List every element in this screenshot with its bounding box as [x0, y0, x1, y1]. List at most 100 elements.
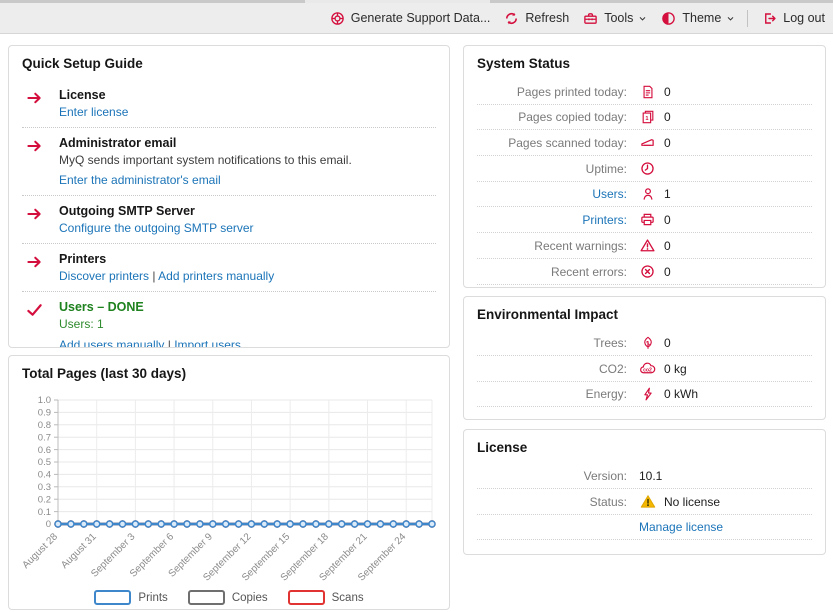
status-row-manage-license: Manage license	[477, 515, 812, 540]
row-label: Recent errors:	[477, 265, 627, 279]
scanner-icon	[639, 135, 656, 150]
row-label: Uptime:	[477, 162, 627, 176]
row-value: 0	[664, 136, 671, 150]
quick-setup-item-license: License Enter license	[22, 80, 436, 128]
row-value: 0	[664, 85, 671, 99]
link-add-printers-manually[interactable]: Add printers manually	[158, 269, 274, 283]
status-row-version: Version:10.1	[477, 464, 812, 489]
status-row-pages-printed-today: Pages printed today:0	[477, 80, 812, 105]
system-status-title: System Status	[477, 56, 812, 71]
printed-pages-icon	[639, 85, 656, 99]
quick-setup-item-title: Users – DONE	[59, 300, 241, 314]
row-value: 10.1	[639, 469, 662, 483]
arrow-right-icon	[24, 252, 44, 283]
legend-item-prints[interactable]: Prints	[94, 590, 167, 605]
svg-text:0.3: 0.3	[38, 482, 51, 493]
link-add-users-manually[interactable]: Add users manually	[59, 338, 164, 348]
legend-label: Prints	[138, 592, 167, 604]
status-row-pages-copied-today: Pages copied today:10	[477, 105, 812, 130]
svg-text:0: 0	[46, 519, 51, 530]
link-manage-license[interactable]: Manage license	[639, 520, 723, 534]
logout-icon	[762, 11, 777, 26]
system-status-panel: System Status Pages printed today:0Pages…	[463, 45, 826, 288]
co2-cloud-icon: co2	[639, 361, 656, 376]
row-label[interactable]: Printers:	[477, 213, 627, 227]
status-row-printers: Printers:0	[477, 207, 812, 233]
quick-setup-item-body: PrintersDiscover printers | Add printers…	[59, 252, 274, 283]
copied-pages-icon: 1	[639, 110, 656, 124]
printer-icon	[639, 212, 656, 227]
refresh-icon	[504, 11, 519, 26]
quick-setup-item-links: Configure the outgoing SMTP server	[59, 221, 254, 235]
svg-text:August 31: August 31	[59, 531, 99, 571]
total-pages-title: Total Pages (last 30 days)	[22, 366, 436, 381]
toolbar-button-tools[interactable]: Tools	[583, 11, 647, 26]
toolbar-button-log-out[interactable]: Log out	[762, 11, 825, 26]
row-value: 0 kg	[664, 362, 687, 376]
svg-text:0.1: 0.1	[38, 507, 51, 518]
svg-text:0.2: 0.2	[38, 494, 51, 505]
total-pages-chart: 00.10.20.30.40.50.60.70.80.91.0August 28…	[22, 390, 436, 588]
row-value: 1	[664, 187, 671, 201]
toolbar-button-generate-support-data[interactable]: Generate Support Data...	[330, 11, 491, 26]
link-import-users[interactable]: Import users	[174, 338, 241, 348]
row-label: Energy:	[477, 387, 627, 401]
legend-item-scans[interactable]: Scans	[288, 590, 364, 605]
quick-setup-panel: Quick Setup Guide License Enter license Ad…	[8, 45, 450, 348]
quick-setup-item-body: Outgoing SMTP ServerConfigure the outgoi…	[59, 204, 254, 235]
row-label: Pages scanned today:	[477, 136, 627, 150]
license-panel: License Version:10.1Status:No licenseMan…	[463, 429, 826, 555]
toolbar-button-refresh[interactable]: Refresh	[504, 11, 569, 26]
row-label: Recent warnings:	[477, 239, 627, 253]
user-icon	[639, 187, 656, 201]
quick-setup-item-links: Enter license	[59, 105, 128, 119]
quick-setup-item-links: Add users manually | Import users	[59, 338, 241, 348]
row-label[interactable]: Users:	[477, 187, 627, 201]
quick-setup-item-title: License	[59, 88, 128, 102]
quick-setup-item-title: Administrator email	[59, 136, 352, 150]
chart-legend: Prints Copies Scans	[22, 590, 436, 605]
link-discover-printers[interactable]: Discover printers	[59, 269, 149, 283]
warning-triangle-icon	[639, 238, 656, 253]
svg-text:0.8: 0.8	[38, 420, 51, 431]
quick-setup-item-note: Users: 1	[59, 317, 241, 331]
svg-text:0.6: 0.6	[38, 445, 51, 456]
toolbar-button-label: Tools	[604, 11, 633, 25]
row-value: No license	[664, 495, 720, 509]
arrow-right-icon	[24, 136, 44, 187]
tools-icon	[583, 11, 598, 26]
row-label: CO2:	[477, 362, 627, 376]
environmental-impact-title: Environmental Impact	[477, 307, 812, 322]
link-enter-license[interactable]: Enter license	[59, 105, 128, 119]
quick-setup-item-outgoing-smtp-server: Outgoing SMTP ServerConfigure the outgoi…	[22, 196, 436, 244]
status-row-recent-errors: Recent errors: 0	[477, 259, 812, 285]
status-row-status: Status:No license	[477, 489, 812, 515]
link-configure-the-outgoing-smtp-server[interactable]: Configure the outgoing SMTP server	[59, 221, 254, 235]
chevron-down-icon	[726, 14, 735, 23]
legend-swatch	[288, 590, 325, 605]
quick-setup-item-printers: PrintersDiscover printers | Add printers…	[22, 244, 436, 292]
status-row-users: Users: 1	[477, 182, 812, 207]
svg-text:August 28: August 28	[20, 531, 60, 571]
row-value: 0	[664, 336, 671, 350]
license-warning-icon	[639, 494, 656, 509]
arrow-right-icon	[24, 88, 44, 119]
row-value: 0 kWh	[664, 387, 698, 401]
quick-setup-item-body: Administrator emailMyQ sends important s…	[59, 136, 352, 187]
support-icon	[330, 11, 345, 26]
quick-setup-item-title: Printers	[59, 252, 274, 266]
svg-text:1.0: 1.0	[38, 395, 51, 406]
legend-item-copies[interactable]: Copies	[188, 590, 268, 605]
energy-bolt-icon	[639, 387, 656, 401]
legend-swatch	[94, 590, 131, 605]
svg-text:1: 1	[645, 116, 648, 122]
status-row-trees: Trees:0	[477, 331, 812, 356]
quick-setup-title: Quick Setup Guide	[22, 56, 436, 71]
leaf-icon	[639, 336, 656, 350]
row-value: 0	[664, 265, 671, 279]
status-row-pages-scanned-today: Pages scanned today: 0	[477, 130, 812, 156]
toolbar-button-theme[interactable]: Theme	[661, 11, 735, 26]
quick-setup-item-administrator-email: Administrator emailMyQ sends important s…	[22, 128, 436, 196]
link-enter-the-administrator-s-email[interactable]: Enter the administrator's email	[59, 173, 221, 187]
quick-setup-item-body: Users – DONE Users: 1 Add users manually |…	[59, 300, 241, 348]
